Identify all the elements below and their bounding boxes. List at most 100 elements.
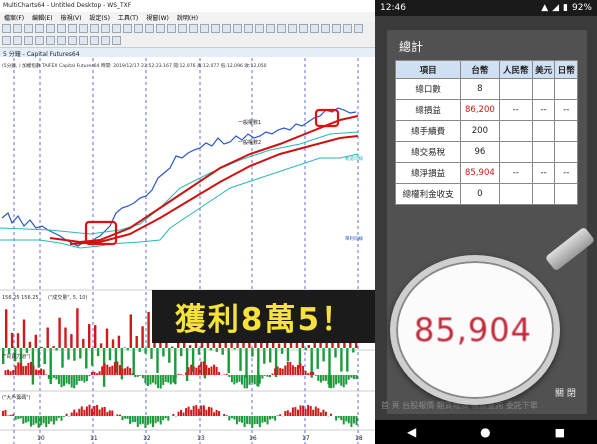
- toolbar-button[interactable]: [233, 24, 242, 33]
- toolbar-button[interactable]: [57, 24, 66, 33]
- menu-item-1[interactable]: 編輯(E): [32, 13, 52, 22]
- bar: [91, 372, 93, 375]
- x-tick-label: 16: [249, 435, 257, 442]
- toolbar-button[interactable]: [112, 35, 121, 45]
- menu-item-2[interactable]: 檢視(V): [61, 13, 82, 22]
- bar: [177, 373, 180, 375]
- menu-item-4[interactable]: 工具(T): [118, 13, 138, 22]
- x-tick-label: 12: [143, 435, 151, 442]
- menu-item-5[interactable]: 視窗(W): [146, 13, 169, 22]
- bar: [7, 415, 10, 416]
- bar: [350, 416, 353, 427]
- toolbar-button[interactable]: [46, 24, 55, 33]
- bar: [243, 416, 246, 427]
- bar: [14, 365, 17, 375]
- bar: [266, 375, 269, 377]
- back-icon[interactable]: ◀: [407, 425, 416, 439]
- bar: [248, 416, 251, 425]
- toolbar-button[interactable]: [24, 24, 33, 33]
- bar: [294, 366, 297, 375]
- close-button[interactable]: 關 閉: [555, 386, 576, 399]
- toolbar-button[interactable]: [57, 35, 66, 45]
- toolbar-button[interactable]: [200, 24, 209, 33]
- menu-item-0[interactable]: 檔案(F): [4, 13, 24, 22]
- bar: [269, 416, 271, 420]
- magnified-value: 85,904: [414, 311, 532, 349]
- toolbar-button[interactable]: [2, 35, 11, 45]
- toolbar-button[interactable]: [189, 24, 198, 33]
- bar: [291, 407, 294, 416]
- bar: [111, 365, 114, 375]
- toolbar-button[interactable]: [2, 24, 11, 33]
- bar: [297, 409, 299, 416]
- bar: [297, 365, 299, 375]
- toolbar-button[interactable]: [101, 35, 110, 45]
- toolbar-button[interactable]: [167, 24, 176, 33]
- bar: [322, 375, 325, 381]
- bar: [185, 348, 189, 381]
- bar: [289, 412, 292, 416]
- toolbar-button[interactable]: [321, 24, 330, 33]
- bar: [162, 416, 165, 421]
- toolbar-button[interactable]: [211, 24, 220, 33]
- menu-item-3[interactable]: 設定(S): [89, 13, 110, 22]
- toolbar-button[interactable]: [145, 24, 154, 33]
- toolbar-button[interactable]: [222, 24, 231, 33]
- toolbar-button[interactable]: [13, 35, 22, 45]
- toolbar-button[interactable]: [90, 24, 99, 33]
- toolbar-button[interactable]: [354, 24, 363, 33]
- bar: [80, 406, 83, 416]
- toolbar-button[interactable]: [178, 24, 187, 33]
- toolbar-button[interactable]: [68, 24, 77, 33]
- bar: [76, 308, 79, 348]
- bar: [45, 416, 48, 427]
- toolbar-button[interactable]: [68, 35, 77, 45]
- bar: [215, 366, 218, 375]
- toolbar-button[interactable]: [277, 24, 286, 33]
- table-row: 總淨損益 85,904 -- -- --: [394, 162, 578, 184]
- toolbar-button[interactable]: [288, 24, 297, 33]
- bar: [82, 338, 85, 348]
- chart-area[interactable]: (5分鐘, ) 加權指數 TAIFEX Capital Futures64 時間…: [0, 58, 375, 444]
- bar: [154, 416, 157, 424]
- bar: [75, 412, 78, 416]
- bar: [101, 366, 104, 375]
- toolbar-button[interactable]: [156, 24, 165, 33]
- toolbar-button[interactable]: [332, 24, 341, 33]
- toolbar-button[interactable]: [79, 24, 88, 33]
- bar: [22, 366, 25, 375]
- toolbar-button[interactable]: [255, 24, 264, 33]
- toolbar-button[interactable]: [244, 24, 253, 33]
- toolbar-button[interactable]: [46, 35, 55, 45]
- toolbar-button[interactable]: [343, 24, 352, 33]
- toolbar-button[interactable]: [90, 35, 99, 45]
- bar: [263, 416, 266, 422]
- toolbar-button[interactable]: [13, 24, 22, 33]
- bar: [185, 372, 188, 375]
- bar: [159, 416, 162, 425]
- toolbar-button[interactable]: [79, 35, 88, 45]
- bar: [27, 362, 30, 375]
- toolbar-button[interactable]: [101, 24, 110, 33]
- toolbar-button[interactable]: [123, 24, 132, 33]
- toolbar-button[interactable]: [112, 24, 121, 33]
- menu-item-6[interactable]: 說明(H): [177, 13, 198, 22]
- chart-tab[interactable]: 5 分鐘 - Capital Futures64: [0, 48, 375, 58]
- toolbar-button[interactable]: [266, 24, 275, 33]
- toolbar-button[interactable]: [24, 35, 33, 45]
- toolbar-button[interactable]: [35, 35, 44, 45]
- home-icon[interactable]: ●: [480, 425, 490, 439]
- bar: [117, 335, 121, 348]
- bar: [210, 407, 213, 416]
- bar: [345, 375, 348, 385]
- bar: [4, 410, 7, 416]
- toolbar-button[interactable]: [35, 24, 44, 33]
- toolbar-button[interactable]: [134, 24, 143, 33]
- recents-icon[interactable]: ■: [555, 426, 565, 439]
- row-value: --: [498, 99, 533, 121]
- toolbar-button[interactable]: [299, 24, 308, 33]
- toolbar-button[interactable]: [310, 24, 319, 33]
- bar: [136, 375, 139, 377]
- bar: [174, 348, 177, 385]
- bar: [96, 405, 99, 416]
